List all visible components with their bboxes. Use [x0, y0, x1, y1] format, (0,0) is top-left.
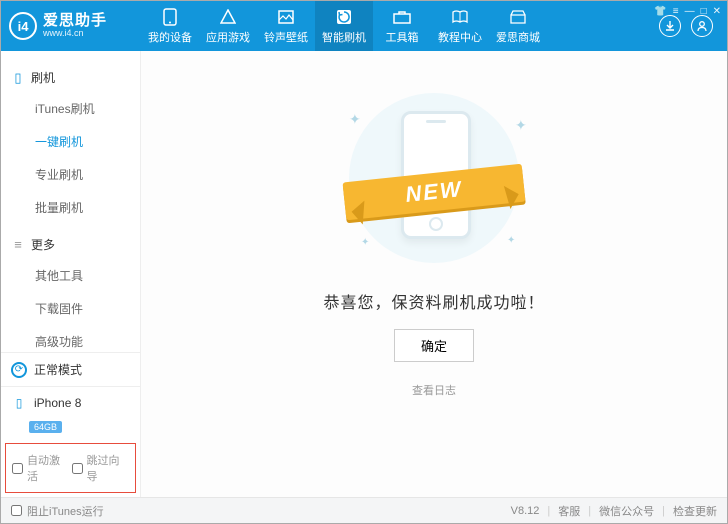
content-area: ✦ ✦ ✦ ✦ NEW 恭喜您，保资料刷机成功啦！ 确定 查看日志	[141, 51, 727, 497]
window-controls: 👕 ≡ — □ ✕	[648, 1, 727, 21]
sidebar-item-other-tools[interactable]: 其他工具	[1, 259, 140, 292]
minimize-icon[interactable]: —	[685, 6, 695, 17]
sparkle-icon: ✦	[507, 235, 515, 246]
block-itunes-checkbox[interactable]: 阻止iTunes运行	[11, 503, 104, 519]
logo-title: 爱思助手	[43, 13, 107, 30]
skin-icon[interactable]: 👕	[654, 6, 666, 17]
maximize-icon[interactable]: □	[701, 6, 707, 17]
device-phone-icon: ▯	[11, 395, 27, 411]
checkbox-label: 跳过向导	[87, 452, 130, 484]
apps-icon	[219, 8, 237, 26]
mode-label: 正常模式	[34, 361, 82, 378]
flash-icon	[335, 8, 353, 26]
footer-bar: 阻止iTunes运行 V8.12 | 客服 | 微信公众号 | 检查更新	[1, 497, 727, 523]
sidebar-group-more[interactable]: ≡ 更多	[1, 230, 140, 259]
sidebar-item-pro-flash[interactable]: 专业刷机	[1, 158, 140, 191]
skip-guide-checkbox[interactable]: 跳过向导	[72, 452, 130, 484]
nav-tutorials[interactable]: 教程中心	[431, 1, 489, 51]
nav-label: 智能刷机	[322, 29, 366, 45]
wechat-link[interactable]: 微信公众号	[599, 503, 654, 519]
options-row: 自动激活 跳过向导	[5, 443, 136, 493]
nav-label: 铃声壁纸	[264, 29, 308, 45]
view-log-link[interactable]: 查看日志	[412, 382, 456, 398]
sidebar-item-oneclick-flash[interactable]: 一键刷机	[1, 125, 140, 158]
sidebar-item-itunes-flash[interactable]: iTunes刷机	[1, 92, 140, 125]
device-row[interactable]: ▯ iPhone 8	[1, 387, 140, 419]
sidebar-item-download-firmware[interactable]: 下载固件	[1, 292, 140, 325]
logo-url: www.i4.cn	[43, 29, 107, 39]
sidebar-bottom: ⟳ 正常模式 ▯ iPhone 8 64GB 自动激活 跳过向导	[1, 352, 140, 497]
success-illustration: ✦ ✦ ✦ ✦ NEW	[319, 87, 549, 267]
ok-button[interactable]: 确定	[394, 329, 474, 362]
nav-label: 工具箱	[386, 29, 419, 45]
group-label: 更多	[31, 236, 55, 253]
menu-icon[interactable]: ≡	[673, 6, 679, 17]
sidebar-item-batch-flash[interactable]: 批量刷机	[1, 191, 140, 224]
sparkle-icon: ✦	[515, 117, 527, 134]
checkbox-label: 自动激活	[27, 452, 70, 484]
nav-toolbox[interactable]: 工具箱	[373, 1, 431, 51]
device-name: iPhone 8	[34, 396, 81, 410]
wallpaper-icon	[277, 8, 295, 26]
phone-small-icon: ▯	[11, 70, 25, 86]
book-icon	[451, 8, 469, 26]
nav-apps[interactable]: 应用游戏	[199, 1, 257, 51]
auto-activate-checkbox[interactable]: 自动激活	[12, 452, 70, 484]
group-label: 刷机	[31, 69, 55, 86]
mode-row[interactable]: ⟳ 正常模式	[1, 353, 140, 386]
nav-ringtones[interactable]: 铃声壁纸	[257, 1, 315, 51]
list-icon: ≡	[11, 237, 25, 252]
nav-label: 应用游戏	[206, 29, 250, 45]
logo: i4 爱思助手 www.i4.cn	[1, 12, 141, 40]
nav-label: 教程中心	[438, 29, 482, 45]
success-message: 恭喜您，保资料刷机成功啦！	[323, 289, 544, 313]
nav-label: 爱思商城	[496, 29, 540, 45]
checkbox-label: 阻止iTunes运行	[27, 503, 104, 519]
sidebar-item-advanced[interactable]: 高级功能	[1, 325, 140, 352]
storage-badge: 64GB	[29, 421, 62, 433]
body: ▯ 刷机 iTunes刷机 一键刷机 专业刷机 批量刷机 ≡ 更多 其他工具 下…	[1, 51, 727, 497]
support-link[interactable]: 客服	[558, 503, 580, 519]
sparkle-icon: ✦	[361, 237, 369, 248]
close-icon[interactable]: ✕	[713, 6, 721, 17]
refresh-icon: ⟳	[11, 362, 27, 378]
store-icon	[509, 8, 527, 26]
app-window: i4 爱思助手 www.i4.cn 我的设备 应用游戏 铃声壁纸 智能刷机	[0, 0, 728, 524]
sidebar-group-flash[interactable]: ▯ 刷机	[1, 63, 140, 92]
nav-my-device[interactable]: 我的设备	[141, 1, 199, 51]
logo-mark-icon: i4	[9, 12, 37, 40]
nav-label: 我的设备	[148, 29, 192, 45]
top-nav: 我的设备 应用游戏 铃声壁纸 智能刷机 工具箱 教程中心	[141, 1, 659, 51]
sidebar: ▯ 刷机 iTunes刷机 一键刷机 专业刷机 批量刷机 ≡ 更多 其他工具 下…	[1, 51, 141, 497]
header-bar: i4 爱思助手 www.i4.cn 我的设备 应用游戏 铃声壁纸 智能刷机	[1, 1, 727, 51]
check-update-link[interactable]: 检查更新	[673, 503, 717, 519]
toolbox-icon	[393, 8, 411, 26]
phone-icon	[161, 8, 179, 26]
version-label: V8.12	[511, 505, 540, 517]
nav-store[interactable]: 爱思商城	[489, 1, 547, 51]
sparkle-icon: ✦	[349, 111, 361, 128]
nav-flash[interactable]: 智能刷机	[315, 1, 373, 51]
